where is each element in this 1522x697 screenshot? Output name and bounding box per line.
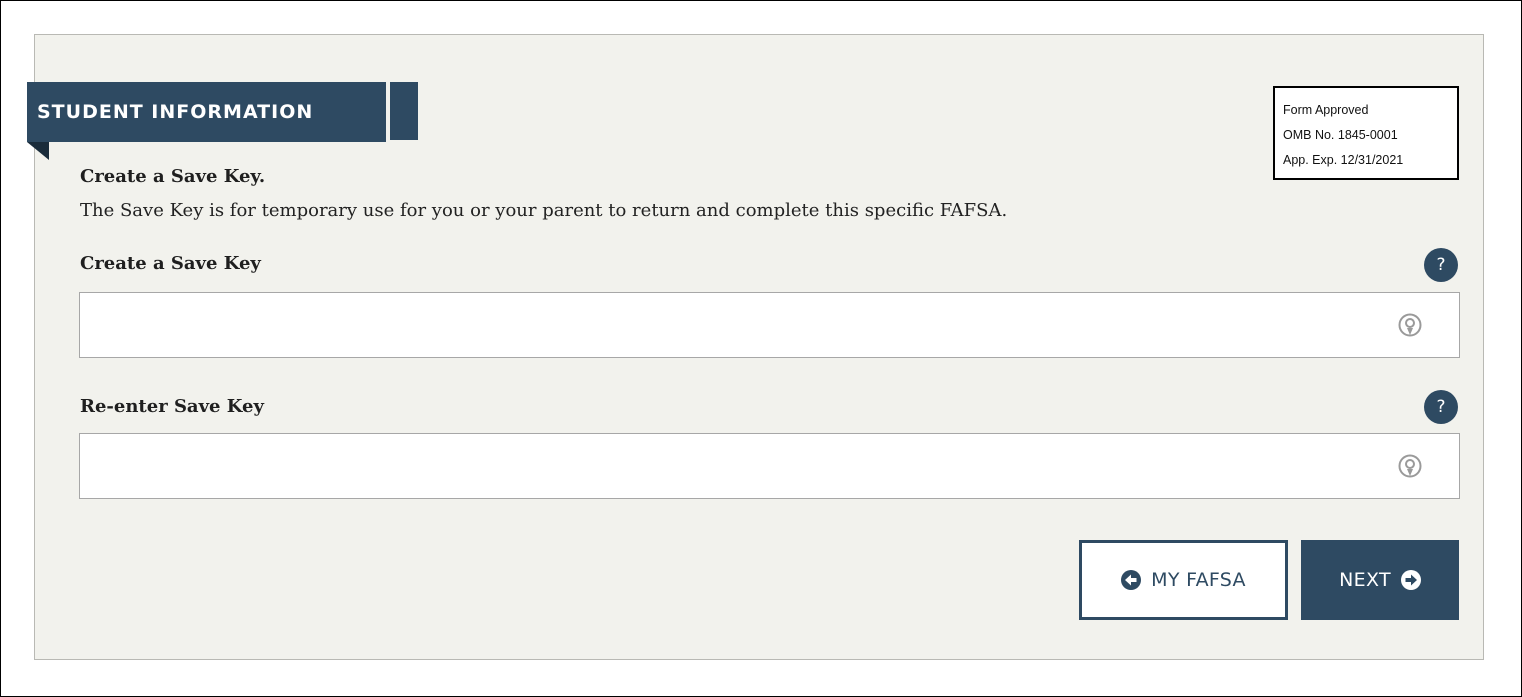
reenter-save-key-input[interactable]: [80, 434, 1400, 498]
reenter-save-key-field-box: [79, 433, 1460, 499]
my-fafsa-button-label: MY FAFSA: [1151, 569, 1246, 591]
page-heading: Create a Save Key.: [80, 166, 266, 187]
section-banner-title: STUDENT INFORMATION: [37, 101, 314, 123]
omb-form-approved: Form Approved: [1283, 103, 1369, 117]
save-key-label: Create a Save Key: [80, 253, 261, 274]
next-button[interactable]: NEXT: [1301, 540, 1459, 620]
eye-reveal-icon[interactable]: [1397, 312, 1423, 338]
save-key-help-icon[interactable]: ?: [1424, 248, 1458, 282]
eye-reveal-icon[interactable]: [1397, 453, 1423, 479]
reenter-save-key-help-icon[interactable]: ?: [1424, 390, 1458, 424]
omb-expiration: App. Exp. 12/31/2021: [1283, 153, 1404, 167]
arrow-right-circle-icon: [1400, 570, 1421, 590]
section-banner-tab: [390, 82, 418, 140]
section-banner-fold: [27, 142, 49, 160]
reenter-save-key-label: Re-enter Save Key: [80, 396, 264, 417]
save-key-input[interactable]: [80, 293, 1400, 357]
next-button-label: NEXT: [1339, 569, 1391, 591]
save-key-field-box: [79, 292, 1460, 358]
omb-approval-box: Form Approved OMB No. 1845-0001 App. Exp…: [1273, 86, 1459, 180]
section-banner: STUDENT INFORMATION: [27, 82, 386, 142]
my-fafsa-button[interactable]: MY FAFSA: [1079, 540, 1288, 620]
arrow-left-circle-icon: [1121, 570, 1142, 590]
omb-number: OMB No. 1845-0001: [1283, 128, 1398, 142]
page-description: The Save Key is for temporary use for yo…: [80, 200, 1008, 221]
